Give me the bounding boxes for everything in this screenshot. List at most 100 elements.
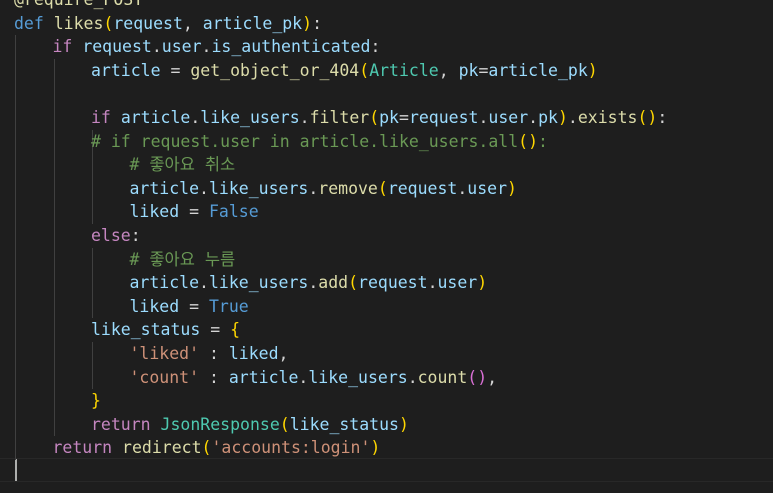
code-token: = xyxy=(179,296,209,316)
code-line[interactable]: article.like_users.add(request.user) xyxy=(130,271,488,295)
code-token: request xyxy=(113,13,183,33)
code-token: if xyxy=(52,37,73,57)
code-token: user xyxy=(488,108,529,127)
code-line[interactable]: article.like_users.remove(request.user) xyxy=(130,177,517,201)
code-token: ) xyxy=(528,131,539,151)
code-token: request xyxy=(408,108,479,127)
code-token: } xyxy=(91,391,101,411)
code-token: like_users xyxy=(208,178,309,198)
code-token: liked xyxy=(129,202,180,222)
code-line[interactable]: @require_POST xyxy=(14,0,143,12)
code-token: = xyxy=(200,320,231,340)
code-token: ( xyxy=(201,438,212,458)
code-token: ( xyxy=(518,131,529,151)
code-token: article xyxy=(129,178,200,198)
code-token: ( xyxy=(377,178,388,198)
code-token: . xyxy=(308,178,319,198)
code-editor[interactable]: @require_POSTdef likes(request, article_… xyxy=(0,0,773,493)
code-token: count xyxy=(417,367,468,387)
code-token: : xyxy=(199,367,229,387)
code-token: ) xyxy=(587,60,598,80)
code-token: # if request.user in article.like_users.… xyxy=(91,131,519,151)
code-token: , xyxy=(438,60,459,80)
code-token: ( xyxy=(359,60,370,80)
code-token: ( xyxy=(637,108,648,127)
code-token: = xyxy=(160,60,191,80)
code-line[interactable]: if article.like_users.filter(pk=request.… xyxy=(91,106,667,130)
code-token: JsonResponse xyxy=(160,414,280,434)
code-token: 'count' xyxy=(129,367,200,387)
code-token: ) xyxy=(398,414,409,434)
code-token: : xyxy=(312,13,322,33)
code-token: pk xyxy=(458,60,479,80)
code-token: = xyxy=(179,202,209,222)
code-token: . xyxy=(478,108,489,127)
current-line-highlight xyxy=(0,458,773,482)
code-line[interactable]: # 좋아요 취소 xyxy=(130,153,236,177)
code-token: remove xyxy=(318,178,378,198)
code-token: return xyxy=(52,438,113,458)
code-token: article xyxy=(120,108,191,127)
code-line[interactable]: article = get_object_or_404(Article, pk=… xyxy=(91,59,598,83)
code-line[interactable]: # 좋아요 누름 xyxy=(130,248,236,272)
code-token: ( xyxy=(279,414,290,434)
code-line[interactable]: like_status = { xyxy=(91,318,240,342)
code-line[interactable]: liked = True xyxy=(130,295,249,319)
code-token: like_users xyxy=(200,108,300,127)
code-line[interactable]: return redirect('accounts:login') xyxy=(53,436,381,460)
code-line[interactable]: 'liked' : liked, xyxy=(130,342,289,366)
code-token: article_pk xyxy=(202,13,303,33)
code-line[interactable]: def likes(request, article_pk): xyxy=(14,12,322,36)
code-token: add xyxy=(318,273,349,293)
code-token: = xyxy=(399,108,409,127)
indent-guide xyxy=(92,247,93,319)
code-token: like_status xyxy=(289,414,399,434)
code-token: like_users xyxy=(308,367,408,387)
code-token: ) xyxy=(302,13,313,33)
code-token: ) xyxy=(647,108,658,127)
code-line[interactable]: 'count' : article.like_users.count(), xyxy=(130,366,498,390)
code-token: request xyxy=(387,178,458,198)
code-token: article_pk xyxy=(488,60,588,80)
code-token: ( xyxy=(467,367,478,387)
code-token: ( xyxy=(348,273,359,293)
code-token: article xyxy=(91,60,161,80)
code-token: filter xyxy=(309,108,370,127)
code-line[interactable]: if request.user.is_authenticated: xyxy=(53,35,381,59)
code-token: False xyxy=(208,202,259,222)
text-cursor xyxy=(15,459,17,481)
code-token: like_status xyxy=(91,320,201,340)
code-token: if xyxy=(91,108,111,127)
code-token: exists xyxy=(577,108,638,127)
code-token: request xyxy=(358,273,428,293)
code-line[interactable]: else: xyxy=(91,224,141,248)
code-line[interactable]: # if request.user in article.like_users.… xyxy=(91,130,548,154)
code-token: : xyxy=(538,131,548,151)
code-token: user xyxy=(467,178,508,198)
code-token: : xyxy=(657,108,668,127)
code-line[interactable]: } xyxy=(91,389,101,413)
code-token: user xyxy=(437,273,478,293)
code-token: pk xyxy=(379,108,399,127)
code-token: def xyxy=(14,13,44,33)
code-token: . xyxy=(201,37,212,57)
code-token: liked xyxy=(129,296,180,316)
code-token: get_object_or_404 xyxy=(190,60,360,80)
code-token: ) xyxy=(507,178,517,198)
code-token: ) xyxy=(370,438,381,458)
code-token: ( xyxy=(103,13,114,33)
code-token: # 좋아요 누름 xyxy=(129,249,236,269)
code-token: . xyxy=(407,367,418,387)
code-line[interactable]: liked = False xyxy=(130,200,259,224)
code-token: . xyxy=(457,178,468,198)
code-token: { xyxy=(230,320,241,340)
code-token: True xyxy=(208,296,249,316)
code-token: article xyxy=(228,367,299,387)
indent-guide xyxy=(53,58,55,437)
code-line[interactable]: return JsonResponse(like_status) xyxy=(91,413,409,437)
code-token: redirect xyxy=(122,438,202,458)
code-token: request xyxy=(82,37,152,57)
